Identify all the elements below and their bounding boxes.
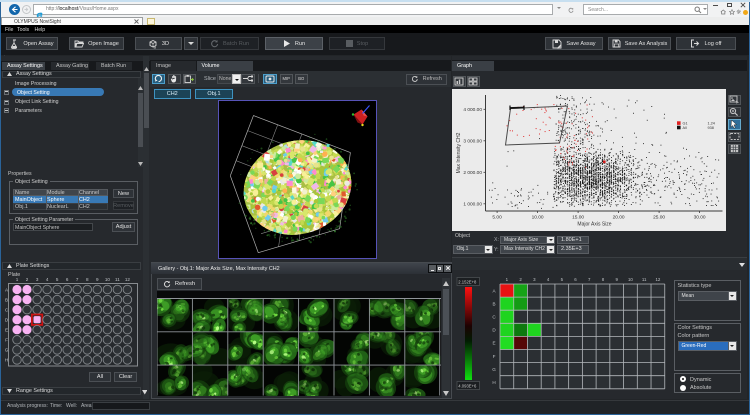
svg-text:B: B xyxy=(5,297,8,302)
svg-text:H: H xyxy=(5,358,8,363)
svg-text:B: B xyxy=(153,44,156,49)
svg-text:9: 9 xyxy=(96,277,99,282)
svg-text:2: 2 xyxy=(26,277,29,282)
svg-text:6: 6 xyxy=(66,277,69,282)
svg-text:7: 7 xyxy=(76,277,79,282)
svg-text:10: 10 xyxy=(105,277,111,282)
svg-text:12: 12 xyxy=(125,277,131,282)
svg-text:E: E xyxy=(5,328,8,333)
svg-text:1: 1 xyxy=(16,277,19,282)
svg-text:3: 3 xyxy=(36,277,39,282)
svg-text:11: 11 xyxy=(115,277,120,282)
svg-text:8: 8 xyxy=(86,277,89,282)
svg-text:4: 4 xyxy=(46,277,49,282)
svg-text:F: F xyxy=(5,338,8,343)
svg-text:5: 5 xyxy=(56,277,59,282)
